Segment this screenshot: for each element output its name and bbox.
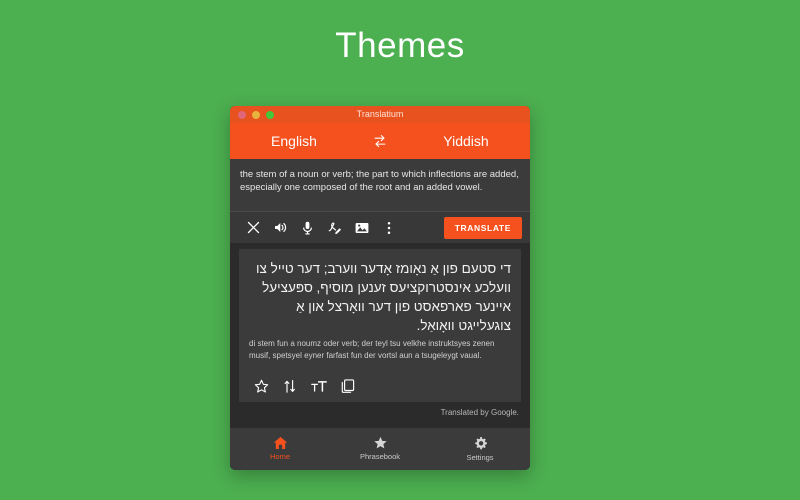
nav-label-home: Home [269, 452, 290, 461]
app-window: Translatium English Yiddish the stem of … [230, 106, 530, 470]
image-icon [355, 222, 368, 233]
nav-item-settings[interactable]: Settings [430, 436, 530, 463]
microphone-icon [303, 221, 312, 234]
favorite-button[interactable] [252, 377, 270, 395]
transliteration-text: di stem fun a noumz oder verb; der teyl … [249, 339, 495, 360]
close-icon [247, 221, 260, 234]
listen-button[interactable] [267, 216, 294, 240]
result-card: די סטעם פון אַ נאָומז אָדער ווערב; דער ט… [239, 249, 521, 402]
speaker-icon [274, 223, 286, 232]
speak-button[interactable] [294, 216, 321, 240]
text-size-icon [311, 380, 327, 392]
window-title: Translatium [356, 109, 404, 119]
swap-result-button[interactable] [281, 377, 299, 395]
image-button[interactable] [348, 216, 375, 240]
action-toolbar: TRANSLATE [230, 211, 530, 243]
swap-horizontal-icon [374, 134, 385, 147]
home-icon [273, 436, 287, 449]
nav-item-home[interactable]: Home [230, 436, 330, 462]
swap-languages-button[interactable] [358, 134, 402, 148]
language-bar: English Yiddish [230, 123, 530, 159]
translated-text: די סטעם פון אַ נאָומז אָדער ווערב; דער ט… [256, 261, 511, 333]
more-options-button[interactable] [375, 216, 402, 240]
swap-vertical-icon [284, 379, 295, 393]
result-toolbar [249, 370, 511, 402]
page-title: Themes [335, 26, 465, 65]
gear-icon [474, 436, 487, 449]
bottom-navigation: Home Phrasebook Settings [230, 428, 530, 470]
nav-label-phrasebook: Phrasebook [359, 452, 401, 461]
star-icon [254, 379, 268, 393]
copy-button[interactable] [339, 377, 357, 395]
source-language-button[interactable]: English [230, 132, 358, 150]
attribution-text: Translated by Google. [440, 408, 519, 417]
nav-label-settings: Settings [466, 452, 494, 462]
result-region: די סטעם פון אַ נאָומז אָדער ווערב; דער ט… [230, 243, 530, 428]
source-text: the stem of a noun or verb; the part to … [240, 169, 519, 193]
handwriting-button[interactable] [321, 216, 348, 240]
source-text-area[interactable]: the stem of a noun or verb; the part to … [230, 159, 530, 211]
window-titlebar: Translatium [230, 106, 530, 123]
copy-icon [341, 378, 355, 393]
nav-item-phrasebook[interactable]: Phrasebook [330, 436, 430, 462]
handwriting-icon [328, 222, 341, 234]
translate-button[interactable]: TRANSLATE [443, 216, 522, 239]
star-icon [373, 436, 387, 449]
clear-button[interactable] [240, 216, 267, 240]
more-vertical-icon [387, 221, 390, 234]
target-language-button[interactable]: Yiddish [402, 132, 530, 150]
text-size-button[interactable] [310, 377, 328, 395]
